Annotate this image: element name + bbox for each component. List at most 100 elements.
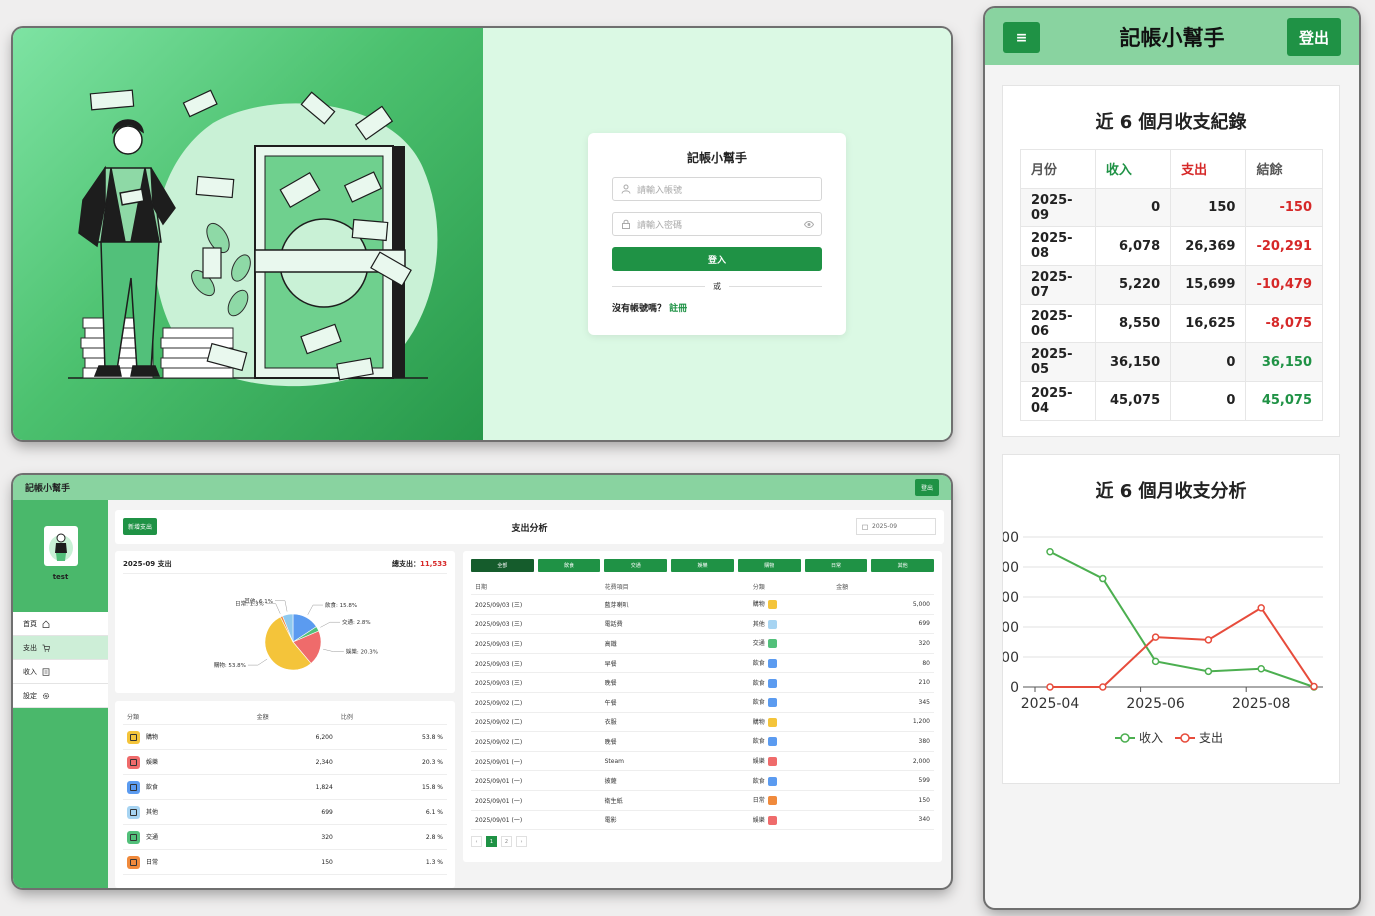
y-tick-label: 00 — [1003, 620, 1019, 636]
category-name: 飲食 — [752, 679, 765, 687]
pie-label: 其他: 6.1% — [244, 597, 273, 605]
category-icon — [767, 717, 777, 727]
eye-icon[interactable] — [804, 220, 814, 229]
mobile-topbar: ≡ 記帳小幫手 登出 — [985, 8, 1359, 65]
data-point[interactable] — [1099, 683, 1107, 691]
data-point[interactable] — [1204, 667, 1213, 676]
item-cell: 電影 — [600, 810, 749, 831]
table-row[interactable]: 2025/09/01 (一) 電影 娛樂 340 — [471, 810, 934, 831]
sidebar-item-settings[interactable]: 設定 — [13, 684, 108, 708]
page-1-button[interactable]: 1 — [486, 836, 497, 848]
pie-label-leader — [307, 604, 323, 615]
pie-label: 娛樂: 20.3% — [346, 648, 378, 656]
table-row[interactable]: 2025/09/02 (二) 午餐 飲食 345 — [471, 692, 934, 713]
category-icon — [767, 815, 777, 825]
table-row[interactable]: 2025/09/02 (二) 晚餐 飲食 380 — [471, 731, 934, 752]
password-field[interactable]: 請輸入密碼 — [612, 212, 822, 236]
category-icon — [767, 776, 777, 786]
amount-cell: 150 — [252, 849, 337, 875]
user-icon — [621, 184, 631, 194]
category-cell: 購物 — [748, 594, 833, 615]
balance-cell: 36,150 — [1245, 342, 1323, 383]
data-point[interactable] — [1046, 683, 1054, 691]
category-cell: 日常 — [123, 849, 253, 875]
table-row[interactable]: 2025/09/01 (一) Steam 娛樂 2,000 — [471, 751, 934, 772]
dashboard-logout-button[interactable]: 登出 — [914, 479, 939, 496]
utensils-icon — [127, 780, 140, 794]
data-point[interactable] — [1151, 633, 1160, 641]
expense-cell: 15,699 — [1170, 265, 1247, 305]
register-link[interactable]: 註冊 — [669, 304, 687, 314]
table-row[interactable]: 2025/09/03 (三) 電話費 其他 699 — [471, 614, 934, 635]
sidebar-item-expense[interactable]: 支出 — [13, 636, 108, 660]
month-cell: 2025-07 — [1020, 265, 1096, 305]
expense-pie-chart: 飲食: 15.8%交通: 2.8%娛樂: 20.3%購物: 53.8%日常: 1… — [214, 597, 378, 671]
mobile-logout-button[interactable]: 登出 — [1287, 18, 1341, 56]
amount-cell: 210 — [832, 672, 934, 693]
item-cell: Steam — [600, 751, 749, 772]
y-tick-label: 00 — [1003, 650, 1019, 666]
filter-chip[interactable]: 交通 — [604, 559, 668, 572]
data-point[interactable] — [1151, 657, 1160, 666]
lock-icon — [622, 219, 630, 229]
filter-chip[interactable]: 購物 — [737, 559, 801, 572]
month-cell: 2025-09 — [1020, 187, 1096, 228]
table-row[interactable]: 2025/09/01 (一) 披薩 飲食 599 — [471, 770, 934, 791]
register-prompt: 沒有帳號嗎？ 註冊 — [612, 301, 822, 314]
legend-marker — [1120, 733, 1130, 743]
data-point[interactable] — [1257, 665, 1265, 673]
table-row[interactable]: 2025/09/03 (三) 高鐵 交通 320 — [471, 633, 934, 654]
filter-chip[interactable]: 其他 — [871, 559, 935, 572]
item-cell: 晚餐 — [600, 731, 749, 752]
table-row: 飲食 1,824 15.8 % — [123, 774, 447, 800]
item-cell: 高鐵 — [600, 633, 749, 654]
login-button[interactable]: 登入 — [612, 247, 822, 271]
month-cell: 2025-05 — [1020, 342, 1096, 383]
filter-chip[interactable]: 娛樂 — [671, 559, 734, 572]
amount-cell: 2,340 — [252, 749, 337, 775]
legend-label[interactable]: 支出 — [1199, 731, 1223, 745]
sidebar-item-label: 支出 — [23, 643, 37, 652]
expense-list-card: 全部 飲食 交通 娛樂 購物 日常 其他 日期 花費項目 分類 金額 2025/09/03 … — [463, 551, 942, 862]
cart-icon — [42, 644, 50, 652]
sidebar-item-label: 首頁 — [23, 619, 37, 628]
page-2-button[interactable]: 2 — [501, 836, 512, 848]
data-point[interactable] — [1046, 548, 1054, 556]
login-illustration — [13, 28, 483, 440]
login-window: 記帳小幫手 請輸入帳號 請輸入密碼 登入 或 沒有帳號嗎？ 註冊 — [13, 28, 951, 440]
total-value: 11,533 — [419, 560, 447, 568]
summary-total: 總支出：11,533 — [392, 559, 447, 569]
data-point[interactable] — [1257, 604, 1265, 612]
username-field[interactable]: 請輸入帳號 — [612, 177, 822, 201]
date-cell: 2025/09/01 (一) — [471, 751, 601, 772]
date-cell: 2025/09/01 (一) — [471, 810, 601, 831]
filter-chip[interactable]: 日常 — [804, 559, 868, 572]
user-profile: test — [13, 500, 108, 612]
filter-chip[interactable]: 全部 — [471, 559, 534, 572]
legend-label[interactable]: 收入 — [1139, 731, 1163, 745]
income-cell: 5,220 — [1094, 265, 1172, 305]
next-page-button[interactable]: › — [516, 836, 527, 848]
page-title: 支出分析 — [511, 524, 548, 534]
data-point[interactable] — [1310, 682, 1318, 691]
month-picker[interactable]: 2025-09 — [856, 518, 936, 535]
sidebar-item-home[interactable]: 首頁 — [13, 612, 108, 636]
ratio-cell: 2.8 % — [336, 824, 447, 850]
expense-table-body: 2025/09/03 (三) 藍芽喇叭 購物 5,000 2025/09/03 (三) 電… — [471, 594, 934, 831]
filter-chip[interactable]: 飲食 — [537, 559, 601, 572]
balance-cell: -10,479 — [1245, 265, 1323, 305]
ledger-icon — [42, 667, 50, 676]
table-row[interactable]: 2025/09/02 (二) 衣服 購物 1,200 — [471, 712, 934, 733]
amount-cell: 340 — [832, 810, 934, 831]
table-row[interactable]: 2025/09/03 (三) 藍芽喇叭 購物 5,000 — [471, 594, 934, 615]
dashboard-topbar: 記帳小幫手 登出 — [13, 475, 951, 500]
table-row[interactable]: 2025/09/03 (三) 早餐 飲食 80 — [471, 653, 934, 674]
table-row[interactable]: 2025/09/03 (三) 晚餐 飲食 210 — [471, 672, 934, 693]
box-icon — [127, 855, 140, 869]
category-name: 日常 — [146, 858, 159, 866]
data-point[interactable] — [1099, 574, 1107, 583]
data-point[interactable] — [1204, 636, 1213, 644]
table-row[interactable]: 2025/09/01 (一) 衛生紙 日常 150 — [471, 790, 934, 811]
sidebar-item-income[interactable]: 收入 — [13, 660, 108, 684]
prev-page-button[interactable]: ‹ — [471, 836, 482, 848]
